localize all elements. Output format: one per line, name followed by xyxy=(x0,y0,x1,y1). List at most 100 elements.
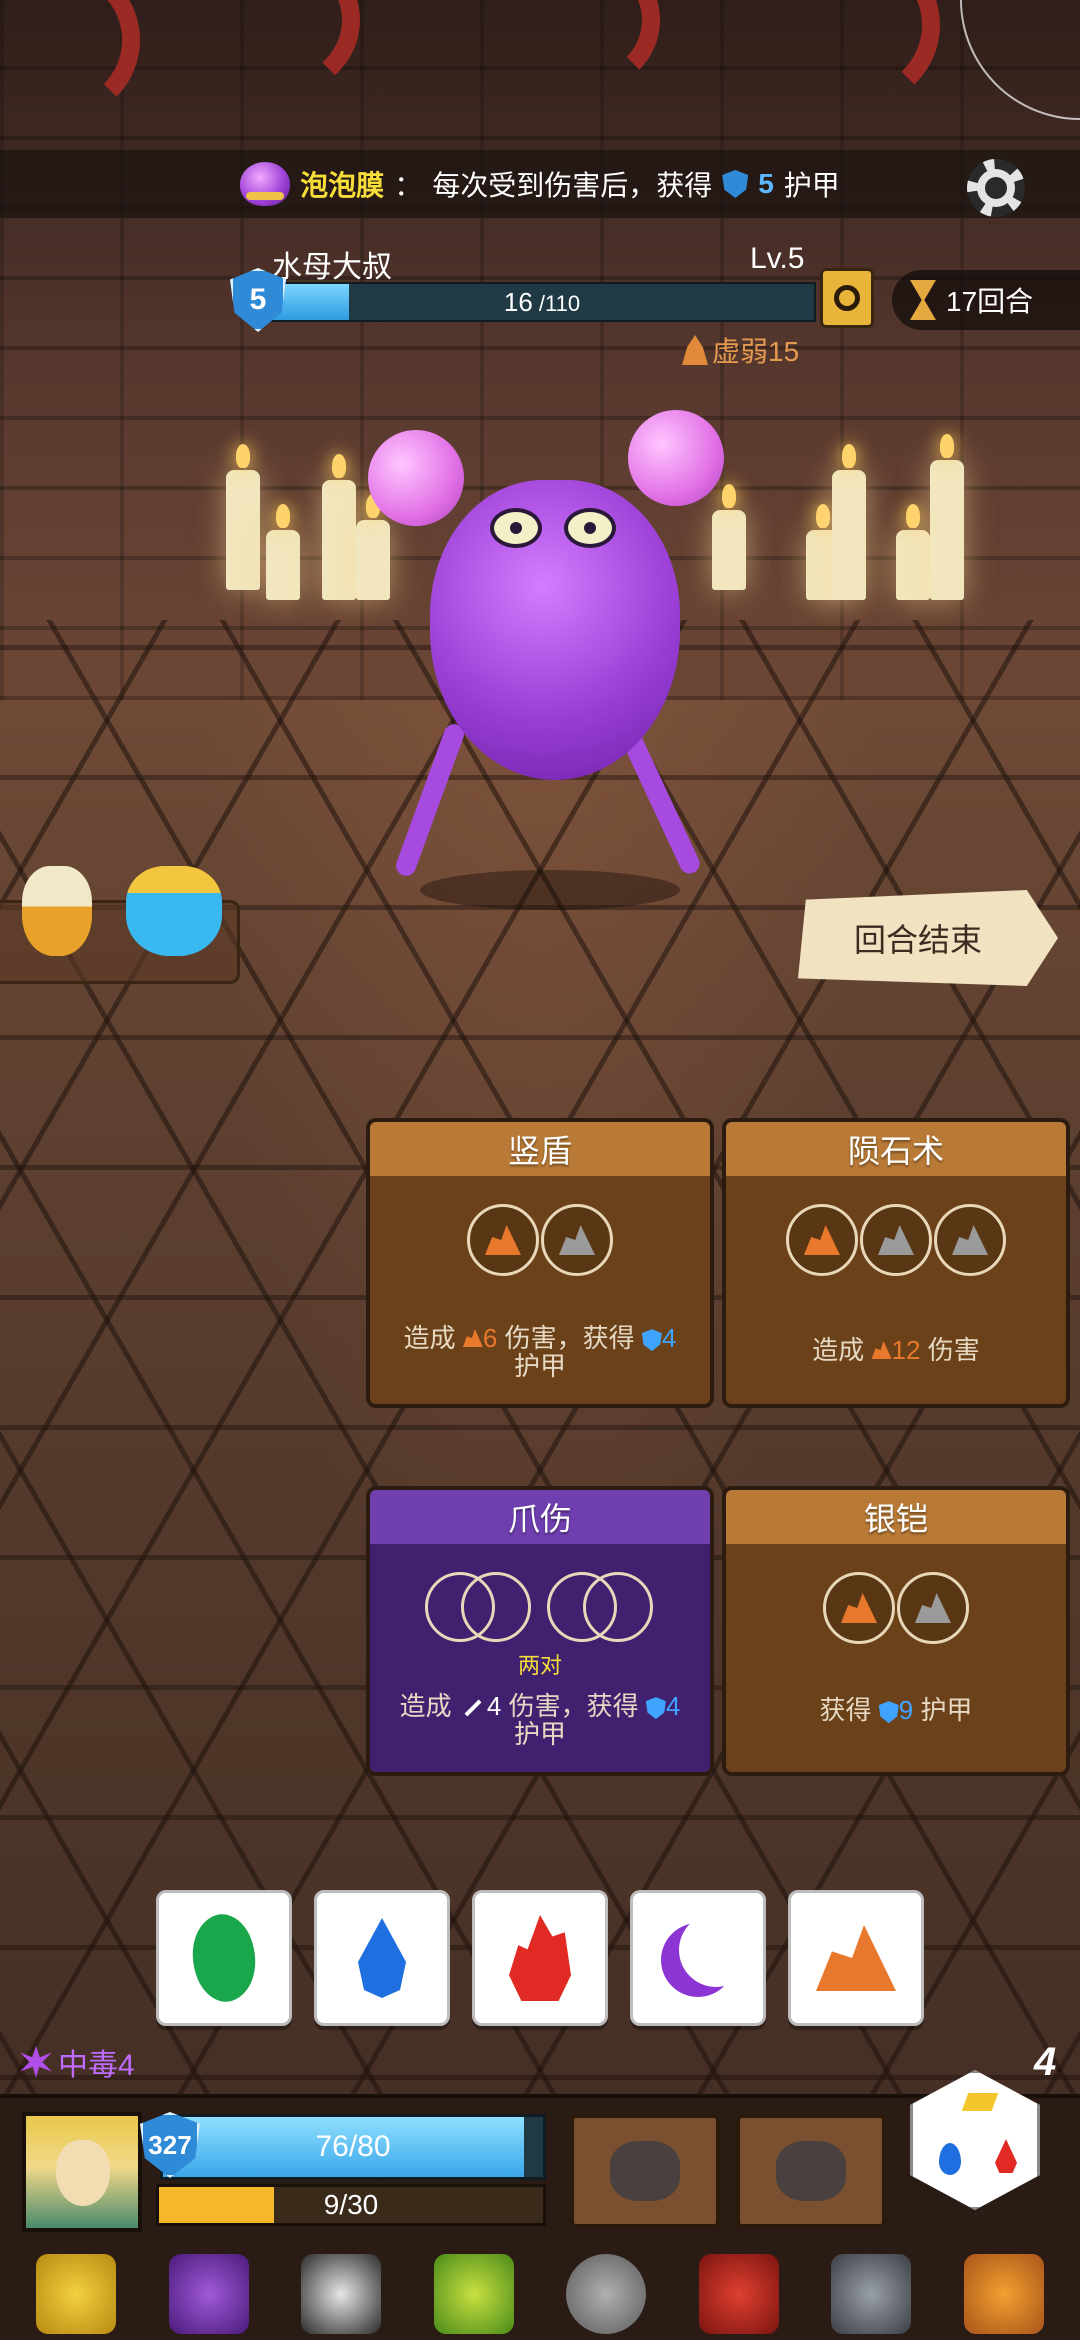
enemy-hp-max: /110 xyxy=(532,291,581,316)
desc-text: 伤害，获得 xyxy=(508,1691,639,1721)
candle xyxy=(832,444,866,600)
candle xyxy=(266,504,300,600)
die-leaf[interactable] xyxy=(156,1890,292,2026)
dice-slots xyxy=(726,1204,1066,1276)
dice-slot[interactable] xyxy=(786,1204,858,1276)
damage-value: 6 xyxy=(482,1323,498,1353)
dice-slots xyxy=(370,1572,710,1644)
armor-value: 4 xyxy=(661,1323,677,1353)
fire-icon xyxy=(509,1915,571,2001)
turn-label: 17回合 xyxy=(946,286,1034,317)
pair-slot[interactable] xyxy=(425,1572,533,1644)
dice-slots xyxy=(726,1572,1066,1644)
enemy-hp-current: 16 xyxy=(503,287,533,317)
rock-icon xyxy=(915,1593,951,1623)
rock-icon xyxy=(462,1329,483,1347)
card-title: 银铠 xyxy=(726,1490,1066,1544)
potion-flask-icon[interactable] xyxy=(22,866,92,956)
purple-boot-icon[interactable] xyxy=(168,2254,249,2334)
player-poison-status: 中毒4 xyxy=(20,2040,135,2084)
buff-text-after: 护甲 xyxy=(783,170,840,201)
player-hp-bar: 76/80 xyxy=(160,2114,546,2180)
damage-value: 4 xyxy=(486,1691,502,1721)
player-energy-text: 9/30 xyxy=(323,2189,379,2220)
dice-slot[interactable] xyxy=(541,1204,613,1276)
fist-icon xyxy=(610,2141,680,2201)
desc-text: 造成 xyxy=(403,1323,456,1353)
card-title: 爪伤 xyxy=(370,1490,710,1544)
dice-slots xyxy=(370,1204,710,1276)
monster-eye xyxy=(564,508,616,548)
rock-icon xyxy=(841,1593,877,1623)
desc-text: 护甲 xyxy=(513,1351,566,1381)
enemy-level: Lv.5 xyxy=(750,242,805,275)
rock-icon xyxy=(485,1225,521,1255)
enemy-name: 水母大叔 xyxy=(272,251,392,284)
orange-robe-icon[interactable] xyxy=(963,2254,1044,2334)
poison-icon xyxy=(20,2046,52,2078)
die-moon[interactable] xyxy=(630,1890,766,2026)
stone-egg-icon[interactable] xyxy=(566,2254,647,2334)
desc-text: 获得 xyxy=(819,1695,872,1725)
candle xyxy=(226,444,260,590)
die-fire[interactable] xyxy=(472,1890,608,2026)
avatar-face xyxy=(56,2140,110,2206)
armor-icon xyxy=(641,1329,662,1352)
armor-value: 4 xyxy=(665,1691,681,1721)
enemy-status-label: 虚弱15 xyxy=(712,336,800,367)
dice-slot[interactable] xyxy=(934,1204,1006,1276)
turn-counter: 17回合 xyxy=(892,270,1080,330)
end-turn-button[interactable]: 回合结束 xyxy=(798,890,1058,986)
poison-label: 中毒4 xyxy=(58,2049,135,2082)
dice-slot[interactable] xyxy=(467,1204,539,1276)
player-avatar[interactable] xyxy=(22,2112,142,2232)
candle xyxy=(930,434,964,600)
desc-text: 护甲 xyxy=(513,1719,566,1749)
skull-icon[interactable] xyxy=(301,2254,382,2334)
rock-icon xyxy=(878,1225,914,1255)
clover-icon[interactable] xyxy=(433,2254,514,2334)
card-shield[interactable]: 竖盾 造成 6 伤害，获得 4 护甲 xyxy=(366,1118,714,1408)
candle xyxy=(322,454,356,600)
die-rock[interactable] xyxy=(788,1890,924,2026)
pair-requirement: 两对 xyxy=(517,1653,562,1678)
iron-helmet-icon[interactable] xyxy=(831,2254,912,2334)
rock-icon xyxy=(559,1225,595,1255)
card-body: 造成 6 伤害，获得 4 护甲 xyxy=(370,1176,710,1404)
shovel-icon xyxy=(776,2141,846,2201)
hourglass-icon xyxy=(910,280,936,320)
monster-leg xyxy=(393,721,467,879)
jellyfish-monster[interactable] xyxy=(360,410,740,910)
damage-value: 12 xyxy=(891,1335,921,1365)
rock-icon xyxy=(816,1925,896,1991)
card-title: 陨石术 xyxy=(726,1122,1066,1176)
red-hood-icon[interactable] xyxy=(698,2254,779,2334)
dice-slot[interactable] xyxy=(860,1204,932,1276)
die-water[interactable] xyxy=(314,1890,450,2026)
skill-dig[interactable] xyxy=(736,2114,886,2228)
inspect-button[interactable] xyxy=(820,268,874,328)
weak-icon xyxy=(682,335,708,365)
end-turn-label: 回合结束 xyxy=(853,922,982,958)
pair-slot[interactable] xyxy=(547,1572,655,1644)
monster-bulb xyxy=(628,410,724,506)
potion-bottle-icon[interactable] xyxy=(126,866,222,956)
buff-text: 每次受到伤害后，获得 xyxy=(432,170,713,201)
desc-text: 伤害 xyxy=(927,1335,980,1365)
enemy-hp-bar: 16 /110 xyxy=(268,282,816,322)
card-meteor[interactable]: 陨石术 造成 12 伤害 xyxy=(722,1118,1070,1408)
rock-icon xyxy=(871,1341,892,1359)
desc-text: 护甲 xyxy=(920,1695,973,1725)
card-claw[interactable]: 爪伤 两对 造成 4 伤害，获得 4 护甲 xyxy=(366,1486,714,1776)
dice-slot[interactable] xyxy=(823,1572,895,1644)
monster-eye xyxy=(490,508,542,548)
dice-remaining-count: 4 xyxy=(1034,2040,1057,2084)
card-silver-armor[interactable]: 银铠 获得 9 护甲 xyxy=(722,1486,1070,1776)
settings-button[interactable] xyxy=(958,150,1034,226)
dice-slot[interactable] xyxy=(897,1572,969,1644)
armor-icon xyxy=(722,170,749,198)
helmet-icon[interactable] xyxy=(36,2254,117,2334)
skill-fist[interactable] xyxy=(570,2114,720,2228)
water-drop-icon xyxy=(358,1918,406,1998)
buff-name: 泡泡膜 xyxy=(300,170,385,201)
